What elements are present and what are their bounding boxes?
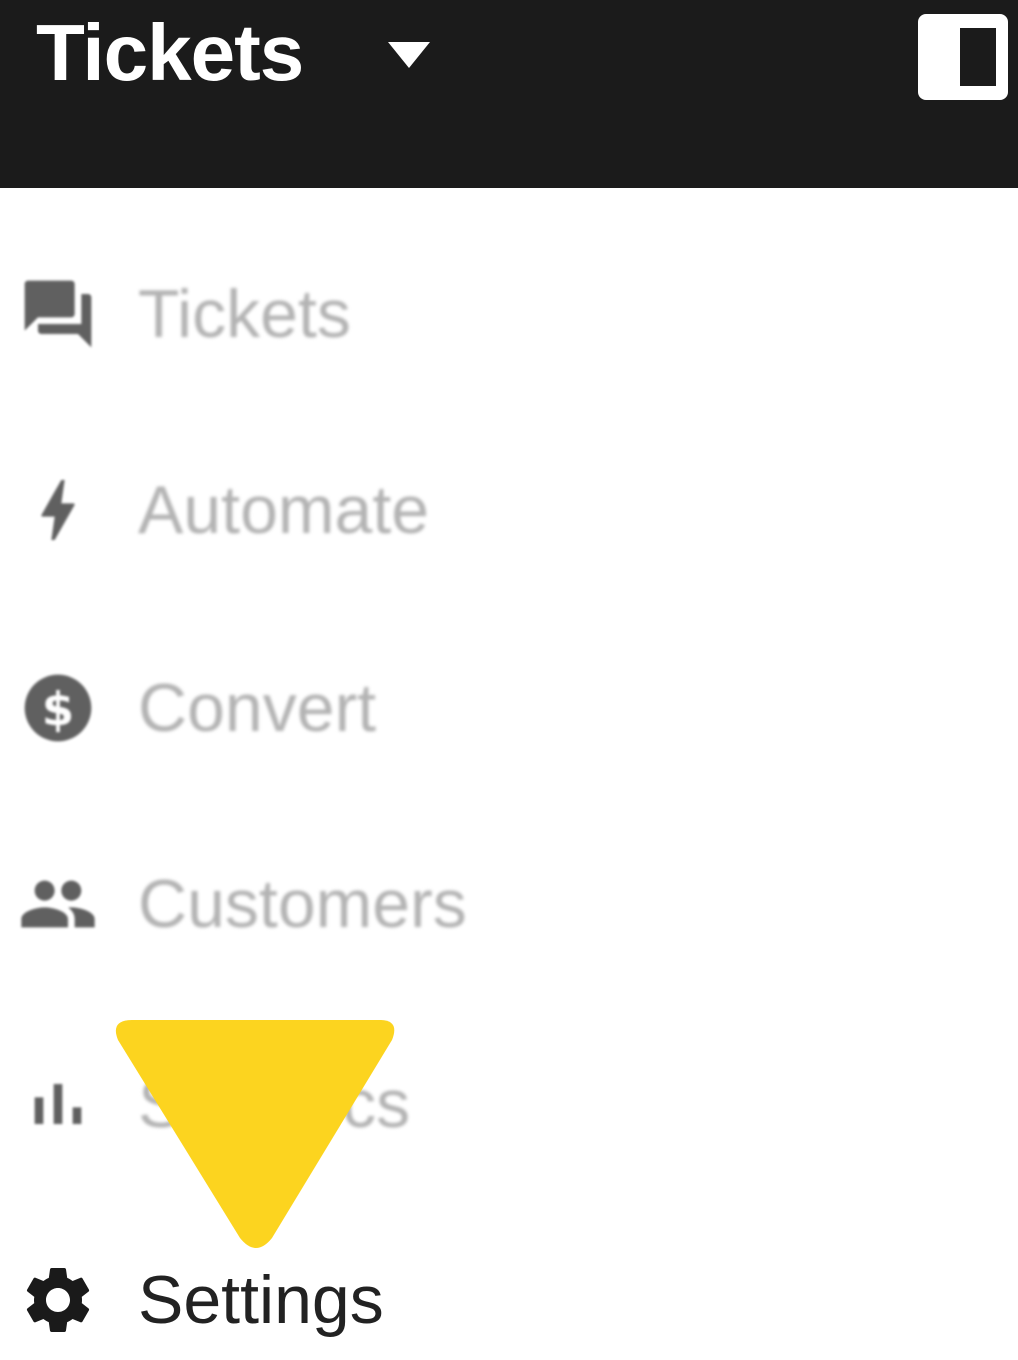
sidebar-item-automate[interactable]: Automate (0, 450, 560, 570)
panel-toggle-icon[interactable] (914, 10, 1012, 104)
sidebar-item-label: Automate (138, 472, 430, 548)
svg-text:$: $ (42, 683, 74, 737)
gear-icon (26, 1268, 90, 1332)
dollar-coin-icon: $ (24, 674, 92, 742)
sidebar-item-label: Settings (138, 1262, 384, 1338)
bar-chart-icon (34, 1084, 82, 1124)
sidebar-item-label: Convert (138, 670, 377, 746)
sidebar-item-statistics[interactable]: Statistics (0, 1044, 560, 1164)
lightning-icon (41, 480, 75, 540)
page-title-dropdown[interactable]: Tickets (36, 8, 304, 98)
sidebar-item-label: Customers (138, 866, 467, 942)
sidebar-item-label: Tickets (138, 276, 351, 352)
sidebar-item-convert[interactable]: $ Convert (0, 648, 560, 768)
sidebar-item-customers[interactable]: Customers (0, 844, 560, 964)
caret-down-icon[interactable] (386, 40, 432, 70)
sidebar-nav: Tickets Automate $ Convert Customers Sta… (0, 188, 1018, 1360)
people-icon (21, 880, 95, 928)
top-bar: Tickets (0, 0, 1018, 188)
sidebar-item-tickets[interactable]: Tickets (0, 254, 560, 374)
sidebar-item-settings[interactable]: Settings (0, 1240, 560, 1360)
chat-bubbles-icon (24, 280, 92, 348)
app-page: Tickets Tickets Automate $ Convert Custo… (0, 0, 1018, 1360)
sidebar-item-label: Statistics (138, 1066, 411, 1142)
